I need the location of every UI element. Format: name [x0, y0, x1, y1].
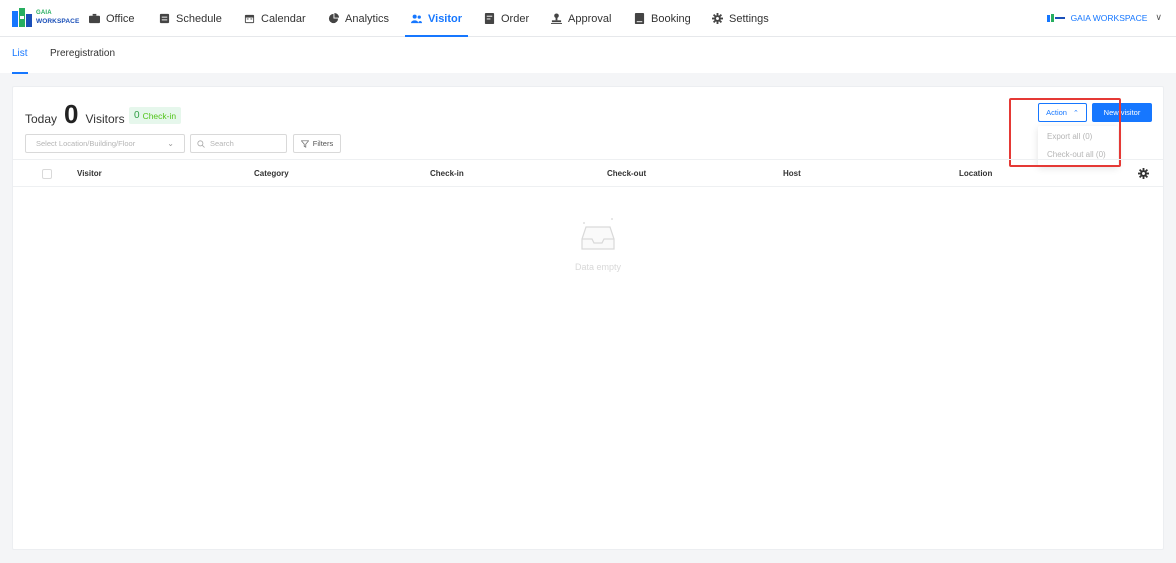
filters-button[interactable]: Filters	[293, 134, 341, 153]
visitor-count: 0	[64, 99, 79, 129]
action-label: Action	[1046, 108, 1067, 117]
nav-item-calendar[interactable]: Calendar	[244, 0, 306, 37]
nav-item-booking[interactable]: Booking	[634, 0, 691, 37]
visitors-label: Visitors	[85, 112, 125, 126]
empty-inbox-icon	[581, 218, 615, 250]
nav-item-order[interactable]: Order	[484, 0, 529, 37]
column-header-visitor[interactable]: Visitor	[77, 169, 102, 178]
nav-item-label: Order	[501, 12, 530, 25]
search-input[interactable]: Search	[190, 134, 287, 153]
chevron-down-icon: ∨	[1155, 12, 1162, 22]
nav-item-visitor[interactable]: Visitor	[404, 0, 469, 37]
visitor-list-card: Today 0 Visitors 0 Check-in Select Locat…	[12, 86, 1164, 550]
new-visitor-button[interactable]: New visitor	[1092, 103, 1152, 122]
logo-text-line2: WORKSPACE	[36, 18, 80, 25]
nav-item-label: Settings	[729, 12, 769, 25]
nav-item-schedule[interactable]: Schedule	[159, 0, 222, 37]
calendar-icon	[244, 14, 255, 24]
select-all-checkbox[interactable]	[42, 169, 52, 179]
menu-item-export-all[interactable]: Export all (0)	[1047, 132, 1092, 141]
column-header-host[interactable]: Host	[783, 169, 801, 178]
today-label: Today	[25, 112, 58, 126]
column-header-category[interactable]: Category	[254, 169, 289, 178]
column-header-location[interactable]: Location	[959, 169, 992, 178]
workspace-logo-icon	[1046, 13, 1065, 22]
sub-tabs: List Preregistration	[0, 37, 1176, 74]
order-icon	[484, 13, 495, 24]
empty-text: Data empty	[574, 262, 622, 272]
chevron-down-icon: ⌄	[167, 139, 174, 148]
nav-item-office[interactable]: Office	[89, 0, 135, 37]
schedule-icon	[159, 13, 170, 24]
location-select-placeholder: Select Location/Building/Floor	[36, 139, 136, 148]
nav-item-label: Approval	[568, 12, 612, 25]
pie-chart-icon	[328, 13, 339, 24]
table-header: Visitor Category Check-in Check-out Host…	[13, 159, 1163, 187]
action-dropdown-button[interactable]: Action ⌃	[1038, 103, 1087, 122]
nav-item-label: Calendar	[261, 12, 306, 25]
nav-item-approval[interactable]: Approval	[551, 0, 611, 37]
tab-list[interactable]: List	[12, 48, 28, 74]
checkin-badge: 0 Check-in	[129, 107, 182, 124]
menu-item-checkout-all[interactable]: Check-out all (0)	[1047, 150, 1106, 159]
tab-preregistration[interactable]: Preregistration	[50, 48, 115, 59]
column-settings-gear-icon[interactable]	[1138, 168, 1149, 179]
nav-item-label: Booking	[651, 12, 691, 25]
nav-item-label: Office	[106, 12, 135, 25]
nav-item-settings[interactable]: Settings	[712, 0, 769, 37]
gaia-workspace-logo[interactable]: GAIA WORKSPACE	[12, 8, 80, 28]
location-select[interactable]: Select Location/Building/Floor ⌄	[25, 134, 185, 153]
checkin-count: 0	[134, 110, 140, 121]
column-header-checkout[interactable]: Check-out	[607, 169, 646, 178]
logo-text-line1: GAIA	[36, 10, 52, 16]
workspace-switcher[interactable]: GAIA WORKSPACE ∨	[1046, 12, 1162, 23]
approval-icon	[551, 13, 562, 24]
empty-state: Data empty	[553, 217, 643, 272]
nav-item-label: Visitor	[428, 12, 463, 25]
gear-icon	[712, 13, 723, 24]
chevron-up-icon: ⌃	[1072, 109, 1079, 117]
today-summary: Today 0 Visitors	[25, 101, 125, 127]
search-icon	[197, 139, 205, 148]
filters-label: Filters	[312, 139, 334, 148]
nav-item-label: Schedule	[176, 12, 222, 25]
nav-item-analytics[interactable]: Analytics	[328, 0, 389, 37]
briefcase-icon	[89, 13, 100, 24]
users-icon	[411, 14, 422, 24]
checkin-label: Check-in	[142, 110, 177, 121]
workspace-name: GAIA WORKSPACE	[1070, 12, 1148, 23]
nav-item-label: Analytics	[345, 12, 390, 25]
logo-mark-icon	[12, 8, 32, 27]
booking-icon	[634, 13, 645, 24]
column-header-checkin[interactable]: Check-in	[430, 169, 464, 178]
top-navigation-bar: GAIA WORKSPACE Office Schedule Calendar …	[0, 0, 1176, 37]
filter-icon	[300, 139, 309, 148]
search-placeholder: Search	[210, 139, 234, 148]
